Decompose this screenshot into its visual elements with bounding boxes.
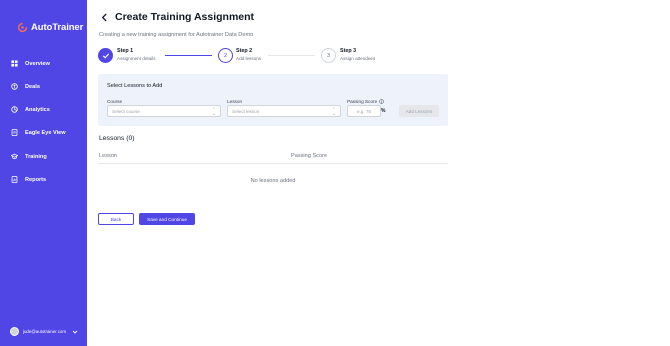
user-menu[interactable]: jude@autotrainer.com bbox=[10, 327, 78, 336]
passing-score-label: Passing Score bbox=[347, 99, 378, 104]
back-arrow-icon[interactable] bbox=[100, 13, 109, 22]
stepper: Step 1 Assignment details 2 Step 2 Add l… bbox=[98, 47, 398, 65]
step-connector-1 bbox=[165, 55, 212, 56]
empty-state: No lessons added bbox=[250, 178, 296, 184]
step-2-title: Step 2 bbox=[236, 48, 253, 54]
chevron-down-icon bbox=[72, 330, 78, 334]
percent-symbol: % bbox=[381, 108, 386, 114]
sidebar-item-overview[interactable]: Overview bbox=[11, 60, 50, 67]
sidebar-item-label: Deals bbox=[25, 83, 40, 90]
step-1-indicator bbox=[98, 48, 113, 63]
sidebar-item-deals[interactable]: Deals bbox=[11, 83, 40, 90]
main-content: Create Training Assignment Creating a ne… bbox=[87, 0, 670, 346]
course-select[interactable]: Select course ⌃ ⌄ bbox=[107, 105, 221, 117]
save-and-continue-button[interactable]: Save and Continue bbox=[139, 213, 195, 225]
sidebar-item-training[interactable]: Training bbox=[11, 153, 47, 160]
lessons-heading: Lessons (0) bbox=[99, 135, 135, 142]
reports-icon bbox=[11, 176, 18, 183]
sidebar-item-label: Eagle Eye View bbox=[25, 129, 66, 136]
course-placeholder: Select course bbox=[112, 108, 140, 114]
step-3-indicator: 3 bbox=[321, 48, 336, 63]
page-title: Create Training Assignment bbox=[115, 11, 255, 23]
sidebar-item-reports[interactable]: Reports bbox=[11, 176, 46, 183]
table-divider bbox=[98, 163, 448, 164]
dashboard-icon bbox=[11, 60, 18, 67]
deals-icon bbox=[11, 83, 18, 90]
lesson-placeholder: Select lesson bbox=[232, 108, 260, 114]
document-icon bbox=[11, 129, 18, 136]
sidebar: AutoTrainer Overview Deals Analytics Eag… bbox=[0, 0, 87, 346]
step-2-indicator: 2 bbox=[218, 48, 233, 63]
updown-chevron-icon: ⌃ ⌄ bbox=[211, 107, 216, 117]
sidebar-item-analytics[interactable]: Analytics bbox=[11, 106, 50, 113]
panel-title: Select Lessons to Add bbox=[107, 83, 163, 89]
page-header: Create Training Assignment bbox=[100, 11, 254, 23]
step-1-desc: Assignment details bbox=[117, 56, 156, 61]
avatar bbox=[10, 327, 19, 336]
column-header-passing-score: Passing Score bbox=[291, 153, 328, 159]
sidebar-item-eagle-eye-view[interactable]: Eagle Eye View bbox=[11, 129, 66, 136]
add-lessons-button[interactable]: Add Lessons bbox=[399, 105, 439, 117]
step-2-desc: Add lessons bbox=[236, 56, 262, 61]
step-3-desc: Assign attendees bbox=[340, 56, 376, 61]
user-email: jude@autotrainer.com bbox=[23, 329, 67, 334]
logo[interactable]: AutoTrainer bbox=[17, 22, 83, 33]
step-connector-2 bbox=[268, 55, 315, 56]
analytics-icon bbox=[11, 106, 18, 113]
course-label: Course bbox=[107, 99, 123, 104]
column-header-lesson: Lesson bbox=[99, 153, 118, 159]
lesson-selector-panel: Select Lessons to Add Course Select cour… bbox=[98, 74, 448, 126]
passing-score-input[interactable]: e.g. 75 bbox=[347, 105, 381, 117]
step-1-title: Step 1 bbox=[117, 48, 134, 54]
page-subtitle: Creating a new training assignment for A… bbox=[99, 32, 254, 38]
passing-score-label-group: Passing Score bbox=[347, 99, 385, 104]
check-icon bbox=[102, 53, 109, 59]
lesson-label: Lesson bbox=[227, 99, 243, 104]
back-button[interactable]: Back bbox=[98, 213, 134, 225]
autotrainer-logo-icon bbox=[17, 22, 28, 33]
lesson-select[interactable]: Select lesson ⌃ ⌄ bbox=[227, 105, 341, 117]
step-3-title: Step 3 bbox=[340, 48, 357, 54]
sidebar-item-label: Training bbox=[25, 153, 47, 160]
graduation-cap-icon bbox=[11, 153, 18, 159]
sidebar-item-label: Analytics bbox=[25, 106, 50, 113]
sidebar-item-label: Reports bbox=[25, 176, 47, 183]
updown-chevron-icon: ⌃ ⌄ bbox=[331, 107, 336, 117]
info-icon[interactable] bbox=[379, 99, 385, 104]
sidebar-item-label: Overview bbox=[25, 60, 50, 67]
brand-name: AutoTrainer bbox=[31, 22, 84, 33]
